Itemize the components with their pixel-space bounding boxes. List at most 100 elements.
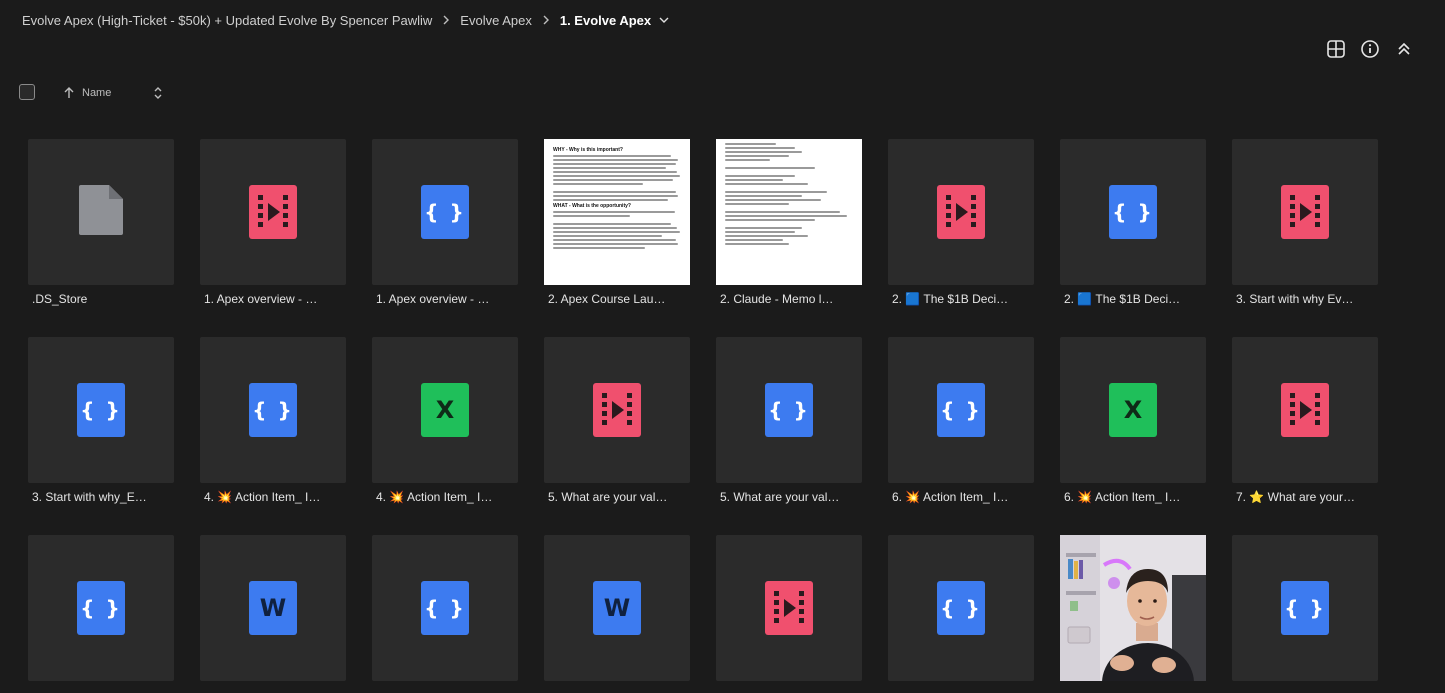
file-item[interactable]: 3. Start with why Ev… (1232, 139, 1378, 306)
file-item[interactable]: W (544, 535, 690, 681)
json-file-icon: { } (1109, 185, 1157, 239)
file-name: 1. Apex overview - … (204, 292, 318, 306)
file-item[interactable]: X 4. 💥 Action Item_ I… (372, 337, 518, 504)
json-file-icon: { } (77, 581, 125, 635)
file-name: 5. What are your val… (548, 490, 668, 504)
file-thumbnail (888, 139, 1034, 285)
file-thumbnail: { } (200, 337, 346, 483)
file-item[interactable]: { } 6. 💥 Action Item_ I… (888, 337, 1034, 504)
json-file-icon: { } (937, 581, 985, 635)
doc-heading: WHY - Why is this important? (553, 147, 623, 153)
word-file-icon: W (249, 581, 297, 635)
file-name: .DS_Store (32, 292, 88, 306)
file-name: 6. 💥 Action Item_ I… (892, 490, 1009, 504)
json-file-icon: { } (249, 383, 297, 437)
breadcrumb-item-current[interactable]: 1. Evolve Apex (560, 13, 651, 28)
file-item[interactable]: { } 3. Start with why_E… (28, 337, 174, 504)
sort-toggle-icon[interactable] (152, 85, 164, 106)
collapse-icon (1396, 41, 1412, 62)
breadcrumb: Evolve Apex (High-Ticket - $50k) + Updat… (22, 11, 669, 29)
file-thumbnail (544, 337, 690, 483)
file-item[interactable]: { } 2. 🟦 The $1B Deci… (1060, 139, 1206, 306)
file-thumbnail: { } (888, 337, 1034, 483)
file-thumbnail: { } (28, 337, 174, 483)
file-item[interactable]: 7. ⭐ What are your… (1232, 337, 1378, 504)
file-item[interactable]: { } 4. 💥 Action Item_ I… (200, 337, 346, 504)
collapse-button[interactable] (1393, 40, 1415, 62)
view-actions (1325, 39, 1415, 64)
file-thumbnail: { } (372, 535, 518, 681)
video-file-icon (1281, 185, 1329, 239)
json-file-icon: { } (421, 581, 469, 635)
file-item[interactable]: { } (372, 535, 518, 681)
file-thumbnail: { } (716, 337, 862, 483)
file-name: 2. Claude - Memo l… (720, 292, 834, 306)
word-file-icon: W (593, 581, 641, 635)
video-thumbnail-image (1060, 535, 1206, 681)
video-file-icon (765, 581, 813, 635)
file-item[interactable]: { } 5. What are your val… (716, 337, 862, 504)
list-header: Name (19, 84, 169, 102)
file-thumbnail (200, 139, 346, 285)
file-thumbnail: { } (1060, 139, 1206, 285)
file-name: 4. 💥 Action Item_ I… (204, 490, 321, 504)
info-button[interactable] (1359, 39, 1381, 64)
video-file-icon (593, 383, 641, 437)
json-file-icon: { } (765, 383, 813, 437)
sort-name-label[interactable]: Name (82, 87, 111, 99)
file-item[interactable]: W (200, 535, 346, 681)
json-file-icon: { } (421, 185, 469, 239)
video-file-icon (249, 185, 297, 239)
file-thumbnail (1232, 337, 1378, 483)
file-item[interactable]: 1. Apex overview - … (200, 139, 346, 306)
chevron-right-icon (542, 15, 550, 25)
file-thumbnail: W (544, 535, 690, 681)
video-file-icon (937, 185, 985, 239)
file-name: 5. What are your val… (720, 490, 840, 504)
file-thumbnail: W (200, 535, 346, 681)
file-thumbnail (1232, 139, 1378, 285)
file-thumbnail: { } (372, 139, 518, 285)
grid-view-icon (1326, 39, 1346, 64)
file-item[interactable]: { } (1232, 535, 1378, 681)
excel-file-icon: X (421, 383, 469, 437)
json-file-icon: { } (1281, 581, 1329, 635)
grid-view-button[interactable] (1325, 39, 1347, 64)
file-item[interactable]: 2. 🟦 The $1B Deci… (888, 139, 1034, 306)
file-name: 2. 🟦 The $1B Deci… (892, 292, 1009, 306)
select-all-checkbox[interactable] (19, 84, 35, 100)
chevron-right-icon (442, 15, 450, 25)
breadcrumb-item-root[interactable]: Evolve Apex (High-Ticket - $50k) + Updat… (22, 13, 432, 28)
json-file-icon: { } (937, 383, 985, 437)
file-name: 4. 💥 Action Item_ I… (376, 490, 493, 504)
file-name: 7. ⭐ What are your… (1236, 490, 1355, 504)
file-item[interactable] (716, 535, 862, 681)
info-icon (1360, 39, 1380, 64)
file-item[interactable]: 5. What are your val… (544, 337, 690, 504)
file-name: 2. 🟦 The $1B Deci… (1064, 292, 1181, 306)
file-item[interactable]: { } 1. Apex overview - … (372, 139, 518, 306)
file-item[interactable]: { } (28, 535, 174, 681)
arrow-up-icon[interactable] (63, 86, 75, 105)
generic-file-icon (77, 183, 125, 242)
file-thumbnail: { } (888, 535, 1034, 681)
file-name: 2. Apex Course Lau… (548, 292, 666, 306)
document-preview: WHY - Why is this important? WHAT - What … (544, 139, 690, 285)
file-item[interactable]: WHY - Why is this important? WHAT - What … (544, 139, 690, 306)
file-thumbnail (28, 139, 174, 285)
chevron-down-icon[interactable] (659, 16, 669, 24)
breadcrumb-item-evolve-apex[interactable]: Evolve Apex (460, 13, 532, 28)
file-item[interactable]: X 6. 💥 Action Item_ I… (1060, 337, 1206, 504)
file-thumbnail (716, 535, 862, 681)
file-item[interactable]: 2. Claude - Memo l… (716, 139, 862, 306)
doc-heading: WHAT - What is the opportunity? (553, 203, 631, 209)
file-item[interactable] (1060, 535, 1206, 681)
file-thumbnail: { } (1232, 535, 1378, 681)
file-item[interactable]: .DS_Store (28, 139, 174, 306)
file-name: 3. Start with why Ev… (1236, 292, 1354, 306)
file-thumbnail: X (1060, 337, 1206, 483)
video-file-icon (1281, 383, 1329, 437)
file-item[interactable]: { } (888, 535, 1034, 681)
file-name: 1. Apex overview - … (376, 292, 490, 306)
file-thumbnail: { } (28, 535, 174, 681)
